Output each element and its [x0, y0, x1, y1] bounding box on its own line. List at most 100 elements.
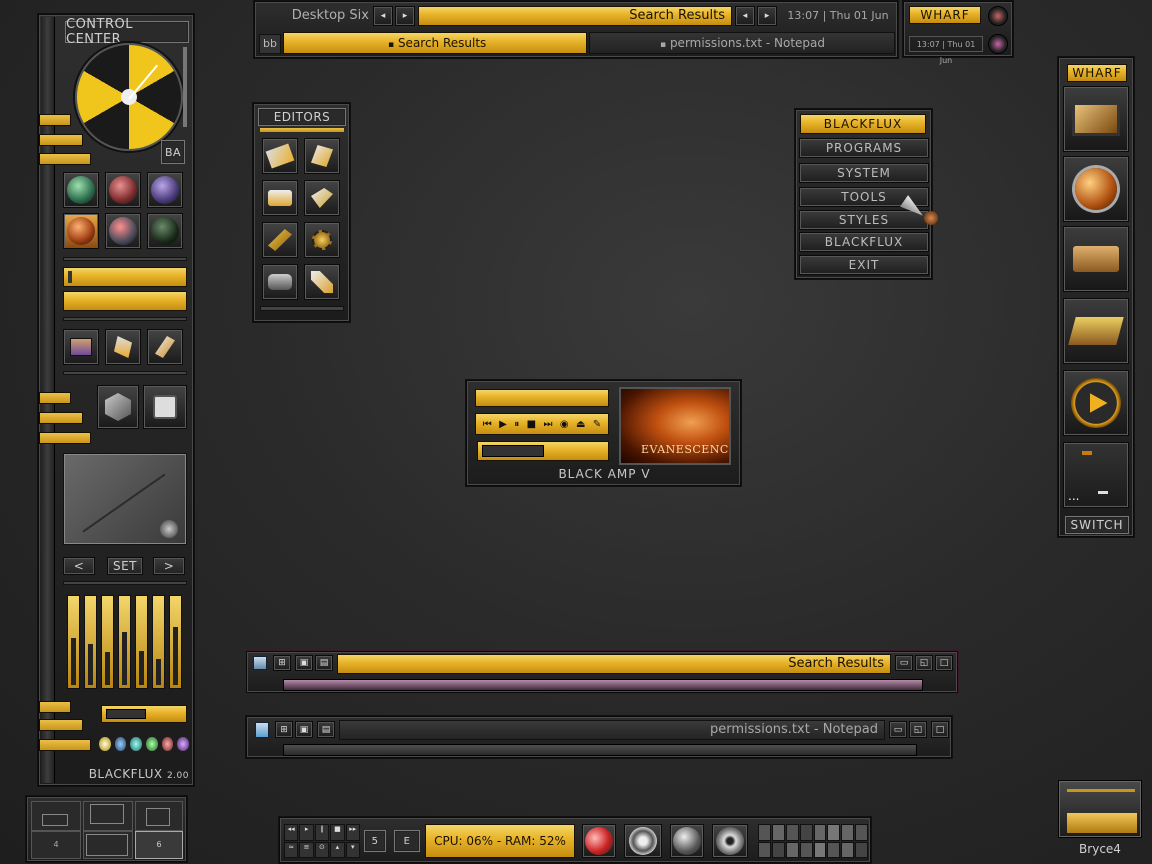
task-search-results[interactable]: ▪ Search Results: [283, 32, 587, 54]
list-icon[interactable]: ≡: [299, 841, 314, 858]
shuffle-icon[interactable]: ≈: [284, 841, 299, 858]
orb-gold-icon[interactable]: [99, 737, 111, 751]
window-prev-button[interactable]: ◂: [735, 6, 755, 26]
tray-icon-6[interactable]: [827, 824, 841, 841]
toolbox-icon[interactable]: [1063, 226, 1129, 292]
tray-icon-16[interactable]: [855, 841, 868, 858]
tray-icon-8[interactable]: [855, 824, 868, 841]
speaker-icon[interactable]: [624, 824, 662, 858]
red-ball-icon[interactable]: [105, 213, 141, 249]
editor-box-icon[interactable]: [304, 138, 340, 174]
tray-icon-7[interactable]: [841, 824, 855, 841]
menu-item-system[interactable]: SYSTEM: [799, 163, 929, 183]
rail-tab[interactable]: [39, 432, 91, 444]
bryce-launcher[interactable]: Bryce4: [1056, 780, 1144, 860]
pause-icon[interactable]: ∥: [314, 824, 330, 841]
tray-icon-2[interactable]: [771, 824, 785, 841]
prev-button[interactable]: <: [63, 557, 95, 575]
editor-wrench-icon[interactable]: [262, 138, 298, 174]
window-tool-icon[interactable]: [63, 329, 99, 365]
eq-bar[interactable]: [169, 595, 182, 689]
disc-icon[interactable]: [160, 520, 178, 538]
maximize-button[interactable]: ◱: [909, 721, 927, 738]
task-notepad[interactable]: ▪ permissions.txt - Notepad: [589, 32, 895, 54]
workspace-next-button[interactable]: ▸: [395, 6, 415, 26]
orb-purple-icon[interactable]: [177, 737, 190, 751]
brush-icon[interactable]: [147, 329, 183, 365]
workspace-label[interactable]: Desktop Six: [263, 6, 373, 26]
tray-icon-10[interactable]: [771, 841, 785, 858]
desk-3[interactable]: [135, 801, 183, 831]
menu-item-blackflux[interactable]: BLACKFLUX: [799, 232, 929, 252]
eject-icon[interactable]: ⏏: [576, 419, 585, 430]
hdd-icon[interactable]: [670, 824, 704, 858]
play-icon[interactable]: ▶: [499, 419, 507, 430]
cd-icon[interactable]: [712, 824, 748, 858]
computer-icon[interactable]: [1063, 86, 1129, 152]
rewind-icon[interactable]: ◂◂: [284, 824, 299, 841]
minimize-button[interactable]: ▭: [889, 721, 907, 738]
tray-icon-11[interactable]: [785, 841, 799, 858]
next-button[interactable]: >: [153, 557, 185, 575]
radiation-dial-icon[interactable]: [75, 43, 183, 151]
orb-teal-icon[interactable]: [130, 737, 143, 751]
amp-seek-bar[interactable]: [477, 441, 609, 461]
set-button[interactable]: SET: [107, 557, 143, 575]
desk-2[interactable]: [83, 801, 133, 831]
editor-pencil-icon[interactable]: [262, 222, 298, 258]
forward-icon[interactable]: ⏭: [543, 419, 552, 430]
eq-bar[interactable]: [152, 595, 165, 689]
rail-tab[interactable]: [39, 114, 71, 126]
tray-icon-1[interactable]: [758, 824, 771, 841]
tray-label[interactable]: bb: [259, 34, 281, 54]
pause-icon[interactable]: ⏸: [514, 419, 519, 430]
cube-icon[interactable]: [97, 385, 139, 429]
window-next-button[interactable]: ▸: [757, 6, 777, 26]
orange-orb-icon[interactable]: [63, 213, 99, 249]
window-menu-button[interactable]: ⊞: [273, 655, 291, 671]
desk-a-button[interactable]: 5: [364, 830, 386, 852]
editor-gear-icon[interactable]: [304, 222, 340, 258]
desk-4[interactable]: 4: [31, 831, 81, 859]
tray-icon-12[interactable]: [799, 841, 813, 858]
tray-icon-5[interactable]: [813, 824, 827, 841]
notebook-icon[interactable]: [1063, 298, 1129, 364]
orb-green-icon[interactable]: [146, 737, 158, 751]
alien-purple-icon[interactable]: [147, 172, 183, 208]
record-icon[interactable]: [988, 6, 1008, 26]
editor-roller-icon[interactable]: [262, 180, 298, 216]
repeat-icon[interactable]: ⊙: [314, 841, 330, 858]
rail-tab[interactable]: [39, 739, 91, 751]
dial-scrollbar[interactable]: [183, 47, 187, 127]
close-button[interactable]: □: [935, 655, 953, 671]
green-dot-icon[interactable]: [147, 213, 183, 249]
down-icon[interactable]: ▾: [345, 841, 360, 858]
rail-tab[interactable]: [39, 719, 83, 731]
desk-5[interactable]: [83, 831, 133, 859]
eq-bar[interactable]: [84, 595, 97, 689]
rail-tab[interactable]: [39, 701, 71, 713]
window-shade-button[interactable]: ▣: [295, 655, 313, 671]
eq-bar[interactable]: [135, 595, 148, 689]
tray-icon-4[interactable]: [799, 824, 813, 841]
ba-button[interactable]: BA: [161, 140, 185, 164]
rewind-icon[interactable]: ⏮: [483, 419, 492, 430]
alien-red-icon[interactable]: [105, 172, 141, 208]
rail-tab[interactable]: [39, 392, 71, 404]
balance-slider[interactable]: [101, 705, 187, 723]
notepad-titlebar[interactable]: permissions.txt - Notepad: [339, 720, 885, 740]
alien-green-icon[interactable]: [63, 172, 99, 208]
tray-icon-13[interactable]: [813, 841, 827, 858]
workspace-prev-button[interactable]: ◂: [373, 6, 393, 26]
editor-tube-icon[interactable]: [304, 180, 340, 216]
desk-b-button[interactable]: E: [394, 830, 420, 852]
progress-slider[interactable]: [63, 291, 187, 311]
minimize-button[interactable]: ▭: [895, 655, 913, 671]
window-shade-button[interactable]: ▣: [295, 721, 313, 738]
wharf-mini-label[interactable]: WHARF: [909, 6, 981, 24]
window-stick-button[interactable]: ▤: [315, 655, 333, 671]
menu-item-exit[interactable]: EXIT: [799, 255, 929, 275]
tray-icon-14[interactable]: [827, 841, 841, 858]
eq-bar[interactable]: [118, 595, 131, 689]
rail-tab[interactable]: [39, 153, 91, 165]
